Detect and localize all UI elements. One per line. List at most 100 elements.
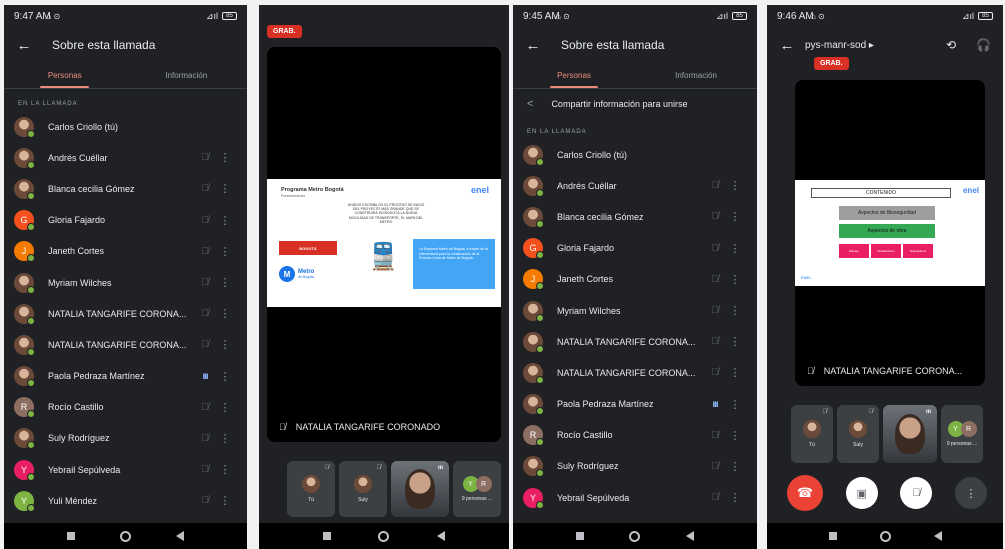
participant-row[interactable]: Suly Rodríguez 🎙̸ ⋮: [513, 451, 757, 482]
kebab-menu-icon[interactable]: ⋮: [723, 273, 747, 286]
nav-back-icon[interactable]: [176, 531, 185, 541]
kebab-menu-icon[interactable]: ⋮: [723, 398, 747, 411]
phone-participants-list-1: 9:47 AM ⌂ ⊙ ⊿ıl 85 ← Sobre esta llamada …: [4, 5, 247, 549]
mic-off-icon: 🎙̸: [201, 277, 209, 289]
tab-informacion[interactable]: Información: [635, 63, 757, 88]
avatar: [302, 475, 320, 493]
participant-row[interactable]: Blanca cecilia Gómez 🎙̸ ⋮: [513, 201, 757, 232]
participant-row[interactable]: R Rocío Castillo 🎙̸ ⋮: [513, 420, 757, 451]
kebab-menu-icon[interactable]: ⋮: [723, 179, 747, 192]
kebab-menu-icon[interactable]: ⋮: [213, 276, 237, 289]
tab-personas[interactable]: Personas: [4, 63, 126, 88]
kebab-menu-icon[interactable]: ⋮: [723, 242, 747, 255]
switch-camera-icon[interactable]: ⟲: [946, 38, 956, 52]
kebab-menu-icon[interactable]: ⋮: [213, 494, 237, 507]
recents-icon[interactable]: [828, 532, 837, 540]
meeting-code[interactable]: pys-manr-sod ▸: [805, 40, 926, 51]
home-icon[interactable]: [879, 530, 891, 542]
participant-row[interactable]: NATALIA TANGARIFE CORONA... 🎙̸ ⋮: [513, 357, 757, 388]
camera-toggle-button[interactable]: ▣: [845, 477, 878, 509]
mic-off-icon: 🎙̸: [201, 339, 209, 351]
share-join-info-row[interactable]: < Compartir información para unirse: [513, 89, 757, 119]
participant-row[interactable]: Myriam Wilches 🎙̸ ⋮: [513, 295, 757, 326]
avatar: [523, 175, 544, 197]
video-feed: [895, 414, 925, 454]
mic-off-icon: 🎙̸: [201, 308, 209, 320]
participant-row[interactable]: Andrés Cuéllar 🎙̸ ⋮: [513, 170, 757, 201]
status-bar: 9:46 AM ⌂ ⊙ ⊿ıl 85: [767, 5, 1003, 27]
tab-personas[interactable]: Personas: [513, 63, 635, 88]
participant-row[interactable]: Carlos Criollo (tú): [513, 139, 757, 170]
speaking-indicator-icon: ııı: [202, 370, 208, 382]
thumb-self[interactable]: 🎙̸ Tú: [791, 405, 833, 463]
kebab-menu-icon[interactable]: ⋮: [213, 182, 237, 195]
participant-row[interactable]: G Gloria Fajardo 🎙̸ ⋮: [513, 233, 757, 264]
nav-back-icon[interactable]: [437, 531, 446, 541]
thumb-self[interactable]: 🎙̸ Tú: [287, 461, 335, 517]
thumb-more-people[interactable]: Y R 9 personas ...: [941, 405, 983, 463]
thumb-suly[interactable]: 🎙̸ Suly: [837, 405, 879, 463]
kebab-menu-icon[interactable]: ⋮: [213, 463, 237, 476]
back-arrow-icon[interactable]: ←: [525, 37, 541, 54]
thumb-speaker-video[interactable]: ııı: [391, 461, 449, 517]
back-arrow-icon[interactable]: ←: [16, 37, 32, 54]
recents-icon[interactable]: [575, 532, 584, 540]
thumb-suly[interactable]: 🎙̸ Suly: [339, 461, 387, 517]
participant-row[interactable]: G Gloria Fajardo 🎙̸ ⋮: [4, 205, 247, 236]
kebab-menu-icon[interactable]: ⋮: [213, 214, 237, 227]
participant-row[interactable]: Paola Pedraza Martínez ııı ⋮: [513, 389, 757, 420]
participant-row[interactable]: NATALIA TANGARIFE CORONA... 🎙̸ ⋮: [4, 329, 247, 360]
more-options-button[interactable]: ⋮: [954, 477, 987, 509]
thumb-speaker-video[interactable]: ııı: [883, 405, 937, 463]
participant-row[interactable]: Carlos Criollo (tú): [4, 111, 247, 142]
kebab-menu-icon[interactable]: ⋮: [723, 366, 747, 379]
kebab-menu-icon[interactable]: ⋮: [723, 335, 747, 348]
mic-toggle-button[interactable]: 🎙̸: [900, 477, 933, 509]
participant-row[interactable]: Y Yebrail Sepúlveda 🎙̸ ⋮: [513, 482, 757, 513]
participant-row[interactable]: Myriam Wilches 🎙̸ ⋮: [4, 267, 247, 298]
mic-off-icon: 🎙̸: [201, 183, 209, 195]
participant-row[interactable]: J Janeth Cortes 🎙̸ ⋮: [4, 236, 247, 267]
kebab-menu-icon[interactable]: ⋮: [723, 460, 747, 473]
kebab-menu-icon[interactable]: ⋮: [723, 429, 747, 442]
main-video-tile[interactable]: CONTENIDO enel Aspectos de Bioseguridad …: [795, 80, 985, 386]
section-label-in-call: EN LA LLAMADA: [527, 129, 587, 135]
participant-row[interactable]: Blanca cecilia Gómez 🎙̸ ⋮: [4, 173, 247, 204]
participant-row[interactable]: Suly Rodríguez 🎙̸ ⋮: [4, 423, 247, 454]
kebab-menu-icon[interactable]: ⋮: [213, 401, 237, 414]
participant-row[interactable]: Andrés Cuéllar 🎙̸ ⋮: [4, 142, 247, 173]
participant-name: NATALIA TANGARIFE CORONA...: [48, 339, 187, 350]
participant-row[interactable]: Y Yuli Méndez 🎙̸ ⋮: [4, 485, 247, 516]
kebab-menu-icon[interactable]: ⋮: [213, 338, 237, 351]
presenter-name: NATALIA TANGARIFE CORONADO: [295, 422, 441, 432]
kebab-menu-icon[interactable]: ⋮: [213, 432, 237, 445]
kebab-menu-icon[interactable]: ⋮: [213, 245, 237, 258]
kebab-menu-icon[interactable]: ⋮: [723, 304, 747, 317]
kebab-menu-icon[interactable]: ⋮: [213, 151, 237, 164]
participant-row[interactable]: R Rocío Castillo 🎙̸ ⋮: [4, 392, 247, 423]
main-video-tile[interactable]: Programa Metro Bogotá Presentaciones ene…: [267, 47, 501, 442]
nav-back-icon[interactable]: [686, 531, 695, 541]
home-icon[interactable]: [119, 530, 131, 542]
audio-output-icon[interactable]: 🎧: [976, 38, 991, 52]
slide-content-header: CONTENIDO: [811, 188, 951, 198]
participant-row[interactable]: NATALIA TANGARIFE CORONA... 🎙̸ ⋮: [513, 326, 757, 357]
back-arrow-icon[interactable]: ←: [779, 37, 795, 54]
participant-row[interactable]: Y Yebrail Sepúlveda 🎙̸ ⋮: [4, 454, 247, 485]
kebab-menu-icon[interactable]: ⋮: [213, 370, 237, 383]
avatar: [803, 420, 821, 438]
thumb-more-people[interactable]: Y R 9 personas ...: [453, 461, 501, 517]
recents-icon[interactable]: [322, 532, 331, 540]
kebab-menu-icon[interactable]: ⋮: [723, 210, 747, 223]
participant-row[interactable]: Paola Pedraza Martínez ııı ⋮: [4, 361, 247, 392]
home-icon[interactable]: [629, 530, 641, 542]
participant-row[interactable]: J Janeth Cortes 🎙̸ ⋮: [513, 264, 757, 295]
participant-row[interactable]: NATALIA TANGARIFE CORONA... 🎙̸ ⋮: [4, 298, 247, 329]
nav-back-icon[interactable]: [933, 531, 942, 541]
recents-icon[interactable]: [66, 532, 75, 540]
kebab-menu-icon[interactable]: ⋮: [213, 307, 237, 320]
tab-informacion[interactable]: Información: [126, 63, 248, 88]
home-icon[interactable]: [378, 530, 390, 542]
end-call-button[interactable]: ☎: [787, 475, 823, 511]
kebab-menu-icon[interactable]: ⋮: [723, 491, 747, 504]
